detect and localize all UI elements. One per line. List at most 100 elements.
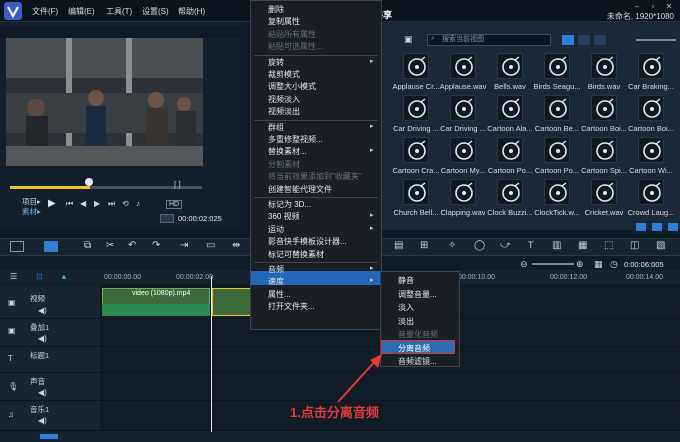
chapter-icon[interactable]: ⊡: [36, 272, 43, 281]
context-menu-item[interactable]: 标记为 3D...: [268, 199, 311, 210]
track-lane-music[interactable]: [100, 401, 680, 431]
zoom-in-icon[interactable]: ⊕: [576, 259, 584, 270]
list-view-icon[interactable]: [562, 35, 574, 45]
library-item[interactable]: Cartoon Boi...: [628, 95, 674, 135]
undo-icon[interactable]: ↶: [128, 240, 136, 251]
toolbar-icon[interactable]: ⧉: [84, 240, 91, 251]
mute-toggle-icon[interactable]: ◀): [38, 416, 47, 425]
hd-badge[interactable]: HD: [166, 200, 183, 209]
toolbar-icon[interactable]: ⬚: [604, 240, 613, 251]
context-menu-item[interactable]: 视频淡入: [268, 94, 300, 105]
menu-settings[interactable]: 设置(S): [142, 6, 169, 17]
fit-project-icon[interactable]: ▦: [594, 259, 603, 270]
context-menu-item[interactable]: 速度: [268, 276, 284, 287]
play-icon[interactable]: ▶: [48, 198, 56, 209]
mode-clip[interactable]: 素材▸: [22, 206, 41, 217]
context-menu-item[interactable]: 视频淡出: [268, 106, 300, 117]
go-end-icon[interactable]: ⏭: [108, 199, 115, 209]
scroll-thumb[interactable]: [40, 434, 58, 439]
audio-submenu-item[interactable]: 淡出: [398, 316, 414, 327]
timeline-scrollbar[interactable]: [0, 431, 680, 442]
thumb-view-icon[interactable]: [594, 35, 606, 45]
context-menu-item[interactable]: 旋转: [268, 57, 284, 68]
context-menu-item[interactable]: 群组: [268, 122, 284, 133]
library-option-icon[interactable]: [652, 223, 662, 231]
context-menu-item[interactable]: 打开文件夹...: [268, 301, 315, 312]
mute-toggle-icon[interactable]: ◀): [38, 334, 47, 343]
library-option-icon[interactable]: [668, 223, 678, 231]
audio-submenu-item[interactable]: 音频滤镜...: [398, 356, 437, 367]
minimize-icon[interactable]: –: [632, 2, 642, 11]
context-menu-item[interactable]: 删除: [268, 4, 284, 15]
go-start-icon[interactable]: ⏮: [66, 199, 73, 209]
audio-submenu-item[interactable]: 静音: [398, 275, 414, 286]
track-manager-icon[interactable]: ☰: [10, 272, 17, 281]
toolbar-icon[interactable]: ▧: [656, 240, 665, 251]
preview-header: [0, 26, 240, 38]
search-input[interactable]: 搜索当前视图: [427, 34, 551, 46]
timecode-stepper[interactable]: [160, 214, 174, 223]
fit-icon[interactable]: ⇥: [180, 240, 188, 251]
title-3d-icon[interactable]: T: [528, 240, 534, 250]
context-menu-item[interactable]: 多重修整视频...: [268, 134, 323, 145]
folder-icon[interactable]: ▣: [404, 34, 413, 45]
maximize-icon[interactable]: ▫: [648, 2, 658, 11]
audio-submenu-item[interactable]: 淡入: [398, 302, 414, 313]
library-item-label: Cartoon Boi...: [628, 124, 674, 133]
toolbar-icon[interactable]: ▥: [552, 240, 561, 251]
timecode[interactable]: 00:00:02:025: [178, 214, 222, 223]
audio-submenu-item[interactable]: 调整音量...: [398, 289, 437, 300]
mark-brackets[interactable]: [ ]: [174, 180, 181, 189]
zoom-slider[interactable]: [532, 263, 574, 265]
context-menu-item[interactable]: 运动: [268, 224, 284, 235]
context-menu-item[interactable]: 创建智能代理文件: [268, 184, 332, 195]
thumb-size-slider[interactable]: [636, 39, 676, 41]
zoom-out-icon[interactable]: ⊖: [520, 259, 528, 270]
library-option-icon[interactable]: [636, 223, 646, 231]
library-item[interactable]: Cartoon Wi...: [628, 137, 674, 177]
snapshot-icon[interactable]: ▭: [206, 240, 215, 251]
toolbar-icon[interactable]: ▦: [578, 240, 587, 251]
repeat-icon[interactable]: ⟲: [122, 199, 129, 208]
context-menu-item[interactable]: 影音快手模板设计器...: [268, 236, 347, 247]
timeline-view-icon[interactable]: [44, 241, 58, 252]
close-icon[interactable]: ✕: [664, 2, 674, 11]
context-menu-item[interactable]: 属性...: [268, 289, 291, 300]
toolbar-icon[interactable]: ◫: [630, 240, 639, 251]
timeline-playhead[interactable]: [211, 276, 212, 432]
playhead-handle[interactable]: [85, 178, 93, 186]
video-clip-second[interactable]: [212, 288, 252, 316]
toolbar-icon[interactable]: ⊞: [420, 240, 428, 251]
split-audio-item[interactable]: 分离音频: [398, 343, 430, 354]
mute-toggle-icon[interactable]: ◀): [38, 306, 47, 315]
menu-file[interactable]: 文件(F): [32, 6, 58, 17]
context-menu-item[interactable]: 调整大小模式: [268, 81, 316, 92]
context-menu-item[interactable]: 360 视频: [268, 211, 300, 222]
toolbar-icon[interactable]: ▤: [394, 240, 403, 251]
split-icon[interactable]: ⇹: [232, 240, 240, 251]
library-item[interactable]: Crowd Laug...: [628, 179, 674, 219]
volume-icon[interactable]: ♪: [136, 199, 140, 208]
add-marker-icon[interactable]: ▲: [60, 272, 68, 281]
toolbar-icon[interactable]: ◯: [474, 240, 485, 251]
toolbar-icon[interactable]: ✧: [448, 240, 456, 251]
context-menu-item[interactable]: 复制属性: [268, 16, 300, 27]
prev-frame-icon[interactable]: ◀: [80, 199, 86, 208]
menu-help[interactable]: 帮助(H): [178, 6, 205, 17]
track-lane-voice[interactable]: [100, 373, 680, 401]
toolbar-icon[interactable]: ⤻: [500, 240, 511, 251]
mute-toggle-icon[interactable]: ◀): [38, 388, 47, 397]
project-duration[interactable]: 0:00:06:005: [624, 260, 664, 269]
menu-edit[interactable]: 编辑(E): [68, 6, 95, 17]
context-menu-item[interactable]: 标记可替换素材: [268, 249, 324, 260]
context-menu-item[interactable]: 音频: [268, 264, 284, 275]
context-menu-item[interactable]: 替换素材...: [268, 146, 307, 157]
scissors-icon[interactable]: ✂: [106, 240, 114, 251]
next-frame-icon[interactable]: ▶: [94, 199, 100, 208]
context-menu-item[interactable]: 裁剪模式: [268, 69, 300, 80]
menu-tools[interactable]: 工具(T): [106, 6, 132, 17]
storyboard-view-icon[interactable]: [10, 241, 24, 252]
redo-icon[interactable]: ↷: [152, 240, 160, 251]
grid-view-icon[interactable]: [578, 35, 590, 45]
library-item[interactable]: Car Braking...: [628, 53, 674, 93]
